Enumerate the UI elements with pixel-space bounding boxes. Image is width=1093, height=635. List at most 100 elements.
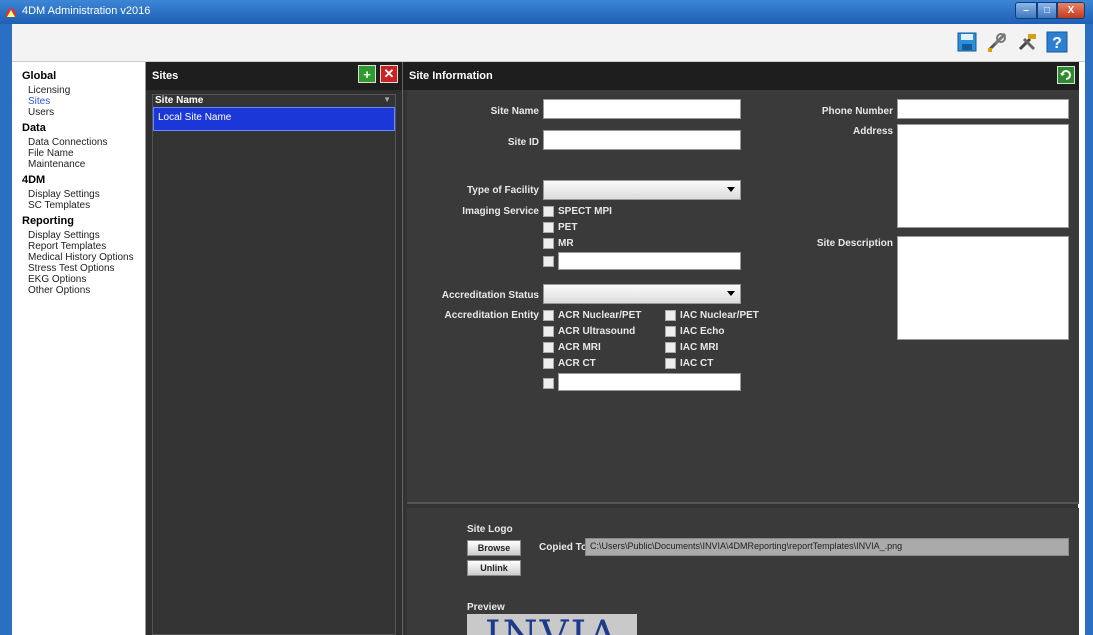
accred-iac-mri[interactable]: IAC MRI: [665, 342, 718, 353]
accreditation-entity-label: Accreditation Entity: [444, 310, 539, 321]
nav-item-users[interactable]: Users: [12, 107, 145, 118]
checkbox[interactable]: [543, 256, 554, 267]
nav-item-ekg-options[interactable]: EKG Options: [12, 274, 145, 285]
accred-iac-mri-label: IAC MRI: [680, 342, 719, 353]
checkbox[interactable]: [665, 342, 676, 353]
checkbox[interactable]: [543, 358, 554, 369]
accreditation-status-select[interactable]: [543, 284, 741, 304]
nav-item-file-name[interactable]: File Name: [12, 148, 145, 159]
nav-item-maintenance[interactable]: Maintenance: [12, 159, 145, 170]
unlink-button[interactable]: Unlink: [467, 560, 521, 576]
accred-acr-ultrasound[interactable]: ACR Ultrasound: [543, 326, 635, 337]
accred-acr-mri[interactable]: ACR MRI: [543, 342, 601, 353]
accred-iac-ct-label: IAC CT: [680, 358, 714, 369]
accred-iac-ct[interactable]: IAC CT: [665, 358, 713, 369]
nav-group-global: Global: [22, 70, 57, 82]
accred-acr-nuclear-pet[interactable]: ACR Nuclear/PET: [543, 310, 641, 321]
site-id-label: Site ID: [507, 137, 539, 148]
accred-other-input[interactable]: [558, 373, 741, 391]
checkbox[interactable]: [665, 358, 676, 369]
svg-text:?: ?: [1052, 35, 1062, 52]
site-name-label: Site Name: [490, 106, 539, 117]
checkbox[interactable]: [543, 222, 554, 233]
checkbox[interactable]: [543, 326, 554, 337]
accred-acr-nuclear-pet-label: ACR Nuclear/PET: [558, 310, 642, 321]
imaging-spect-mpi[interactable]: SPECT MPI: [543, 206, 612, 217]
nav-item-data-connections[interactable]: Data Connections: [12, 137, 145, 148]
nav-item-report-templates[interactable]: Report Templates: [12, 241, 145, 252]
close-button[interactable]: X: [1057, 2, 1085, 19]
imaging-other-input[interactable]: [558, 252, 741, 270]
checkbox[interactable]: [665, 310, 676, 321]
nav-group-data: Data: [22, 122, 46, 134]
site-row[interactable]: Local Site Name: [153, 107, 395, 131]
sites-column-header[interactable]: Site Name ▼: [153, 95, 395, 107]
imaging-mr[interactable]: MR: [543, 238, 574, 249]
accred-iac-echo[interactable]: IAC Echo: [665, 326, 724, 337]
delete-site-button[interactable]: ✕: [380, 65, 398, 83]
left-navigation: Global Licensing Sites Users Data Data C…: [12, 62, 146, 635]
accred-acr-ct[interactable]: ACR CT: [543, 358, 596, 369]
sites-panel: Sites + ✕ Site Name ▼ Local Site Name: [146, 62, 402, 635]
site-id-input[interactable]: [543, 130, 741, 150]
accred-acr-mri-label: ACR MRI: [558, 342, 601, 353]
accred-iac-nuclear-pet[interactable]: IAC Nuclear/PET: [665, 310, 759, 321]
browse-button[interactable]: Browse: [467, 540, 521, 556]
window-controls: – □ X: [1015, 2, 1085, 20]
checkbox[interactable]: [543, 206, 554, 217]
accred-iac-nuclear-pet-label: IAC Nuclear/PET: [680, 310, 759, 321]
checkbox[interactable]: [543, 310, 554, 321]
logo-preview-text: INVIA: [485, 616, 619, 635]
accreditation-status-label: Accreditation Status: [441, 290, 539, 301]
imaging-pet[interactable]: PET: [543, 222, 577, 233]
checkbox[interactable]: [543, 238, 554, 249]
site-name-input[interactable]: [543, 99, 741, 119]
site-information-title: Site Information: [409, 70, 493, 82]
window-title: 4DM Administration v2016: [22, 5, 151, 17]
accred-acr-ultrasound-label: ACR Ultrasound: [558, 326, 636, 337]
type-of-facility-select[interactable]: [543, 180, 741, 200]
accred-iac-echo-label: IAC Echo: [680, 326, 725, 337]
site-details-section: Site Name Site ID Type of Facility Imagi…: [407, 90, 1079, 504]
accred-other[interactable]: [543, 378, 558, 389]
save-icon[interactable]: [956, 31, 978, 53]
accred-acr-ct-label: ACR CT: [558, 358, 596, 369]
nav-item-other-options[interactable]: Other Options: [12, 285, 145, 296]
site-name-column: Site Name: [155, 95, 204, 106]
nav-item-licensing[interactable]: Licensing: [12, 85, 145, 96]
imaging-other[interactable]: [543, 256, 558, 267]
nav-item-sc-templates[interactable]: SC Templates: [12, 200, 145, 211]
site-description-input[interactable]: [897, 236, 1069, 340]
sites-header: Sites + ✕: [146, 62, 402, 90]
site-information-panel: Site Information Site Name Site ID Type …: [402, 62, 1079, 635]
maximize-button[interactable]: □: [1037, 2, 1057, 19]
sort-arrow-icon: ▼: [383, 95, 391, 104]
minimize-button[interactable]: –: [1015, 2, 1037, 19]
checkbox[interactable]: [543, 378, 554, 389]
copied-to-path: C:\Users\Public\Documents\INVIA\4DMRepor…: [585, 538, 1069, 556]
refresh-icon[interactable]: [1057, 66, 1075, 84]
nav-group-4dm: 4DM: [22, 174, 46, 186]
phone-number-input[interactable]: [897, 99, 1069, 119]
help-icon[interactable]: ?: [1046, 31, 1068, 53]
nav-item-sites[interactable]: Sites: [12, 96, 145, 107]
phone-number-label: Phone Number: [821, 106, 893, 117]
imaging-service-label: Imaging Service: [462, 206, 539, 217]
address-label: Address: [852, 126, 893, 137]
nav-item-stress-test-options[interactable]: Stress Test Options: [12, 263, 145, 274]
chevron-down-icon: [727, 291, 735, 296]
preview-label: Preview: [467, 602, 505, 613]
wrench-hammer-icon[interactable]: [1016, 31, 1038, 53]
add-site-button[interactable]: +: [358, 65, 376, 83]
site-logo-label: Site Logo: [467, 524, 513, 535]
checkbox[interactable]: [665, 326, 676, 337]
site-description-label: Site Description: [816, 238, 893, 249]
nav-item-4dm-display-settings[interactable]: Display Settings: [12, 189, 145, 200]
nav-item-medical-history-options[interactable]: Medical History Options: [12, 252, 145, 263]
sites-title: Sites: [152, 70, 179, 82]
address-input[interactable]: [897, 124, 1069, 228]
nav-item-reporting-display-settings[interactable]: Display Settings: [12, 230, 145, 241]
site-information-header: Site Information: [403, 62, 1079, 90]
checkbox[interactable]: [543, 342, 554, 353]
tools-icon[interactable]: [986, 31, 1008, 53]
